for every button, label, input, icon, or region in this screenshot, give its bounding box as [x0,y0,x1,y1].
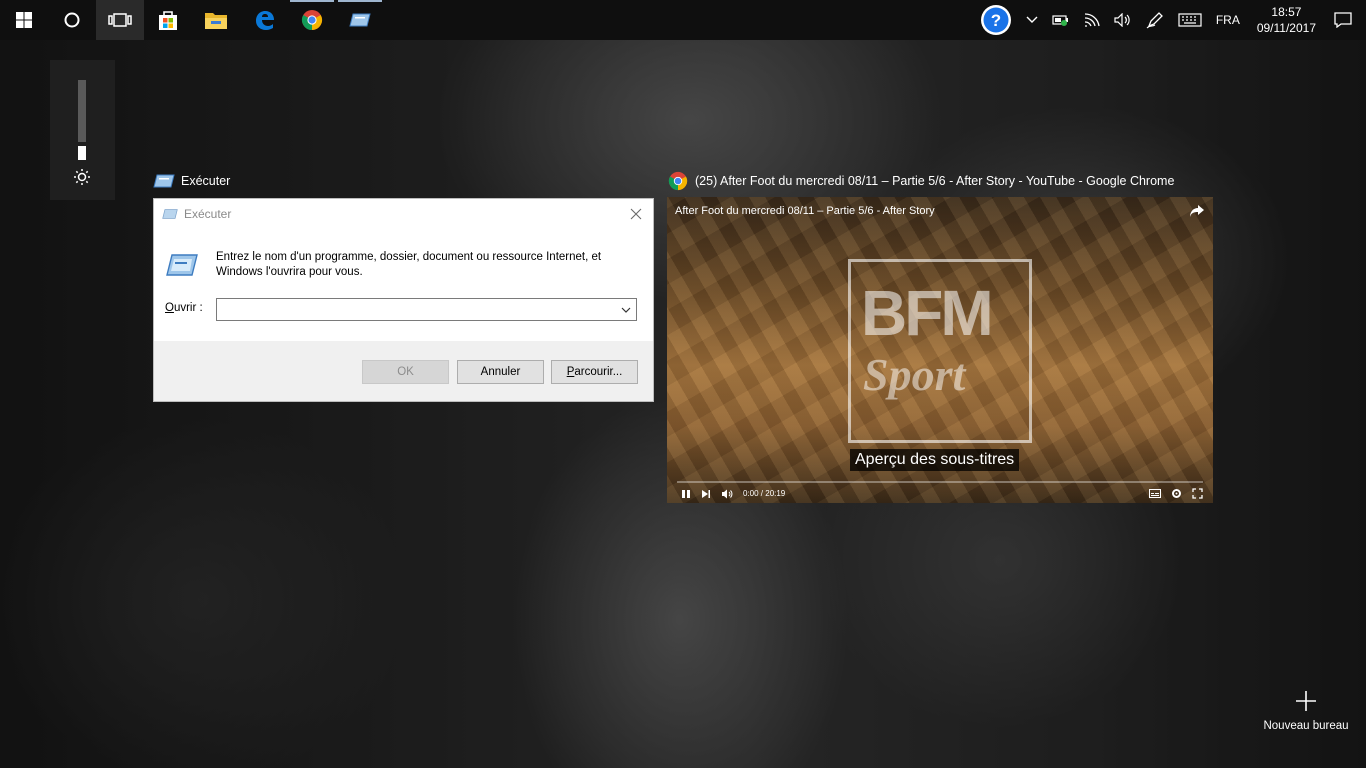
run-window-label-text: Exécuter [181,174,231,188]
system-tray: ? FRA 18:57 09/11/2017 [973,0,1366,40]
volume-tray-button[interactable] [1107,0,1139,40]
brightness-fill [78,144,86,160]
input-language-button[interactable]: FRA [1209,0,1247,40]
chevron-up-icon [1026,16,1038,23]
gear-icon [1172,489,1181,498]
next-button[interactable] [701,489,711,499]
bfm-sport-logo: BFM Sport [848,259,1032,443]
skip-next-icon [702,489,710,498]
run-icon [162,209,178,219]
task-view-icon [108,13,132,27]
store-button[interactable] [144,0,192,40]
battery-icon [1052,15,1068,26]
chrome-window-label-text: (25) After Foot du mercredi 08/11 – Part… [695,174,1175,188]
volume-icon [722,489,733,498]
chevron-down-icon[interactable] [620,304,632,316]
run-icon [153,172,175,190]
cortana-circle-icon [64,12,80,28]
pause-icon [682,489,690,498]
edge-icon [256,11,274,30]
pen-workspace-button[interactable] [1139,0,1171,40]
run-dialog: Exécuter Entrez le nom d'un programme, d… [153,198,654,402]
store-bag-icon [159,11,177,30]
mute-button[interactable] [721,489,733,499]
task-view-button[interactable] [96,0,144,40]
action-center-button[interactable] [1326,0,1366,40]
video-right-controls [1139,484,1203,503]
browse-button[interactable]: Parcourir... [551,360,638,384]
open-combobox[interactable] [216,298,637,321]
chrome-window-label[interactable]: (25) After Foot du mercredi 08/11 – Part… [667,171,1175,191]
clock-date: 09/11/2017 [1256,21,1316,35]
run-large-icon [166,254,198,276]
taskbar: ? FRA 18:57 09/11/2017 [0,0,1366,40]
plus-icon [1296,691,1316,711]
language-label: FRA [1215,13,1240,27]
ok-button[interactable]: OK [362,360,449,384]
video-title: After Foot du mercredi 08/11 – Partie 5/… [675,205,935,217]
subtitles-icon [1149,489,1161,498]
windows-logo-icon [16,12,32,28]
new-desktop-button[interactable]: Nouveau bureau [1256,690,1356,740]
new-desktop-label: Nouveau bureau [1263,720,1349,732]
cancel-button[interactable]: Annuler [457,360,544,384]
pen-icon [1146,12,1163,29]
fullscreen-icon [1192,488,1203,499]
chrome-icon [301,10,323,31]
run-titlebar[interactable]: Exécuter [154,199,653,229]
subtitle-caption: Aperçu des sous-titres [850,449,1020,471]
notification-icon [1334,12,1352,28]
folder-icon [205,13,227,29]
chrome-window-thumbnail[interactable]: After Foot du mercredi 08/11 – Partie 5/… [667,197,1213,503]
chrome-icon [667,171,689,191]
run-dialog-title: Exécuter [184,207,232,221]
fullscreen-button[interactable] [1192,488,1203,499]
show-hidden-icons-button[interactable] [1019,0,1045,40]
battery-tray-button[interactable] [1045,0,1077,40]
help-icon: ? [980,5,1011,35]
run-taskbar-button[interactable] [336,0,384,40]
network-tray-button[interactable] [1077,0,1107,40]
pause-button[interactable] [681,489,691,499]
touch-keyboard-button[interactable] [1171,0,1209,40]
brightness-flyout [50,60,115,200]
settings-button[interactable] [1171,488,1182,499]
logo-bfm-text: BFM [861,277,994,349]
help-tray-button[interactable]: ? [973,0,1019,40]
clock-time: 18:57 [1271,5,1302,19]
cortana-button[interactable] [48,0,96,40]
clock-button[interactable]: 18:57 09/11/2017 [1247,0,1326,40]
chrome-taskbar-button[interactable] [288,0,336,40]
run-instructions: Entrez le nom d'un programme, dossier, d… [216,251,602,278]
open-label: Ouvrir : [165,302,203,314]
speaker-icon [1114,13,1130,27]
file-explorer-button[interactable] [192,0,240,40]
start-button[interactable] [0,0,48,40]
brightness-slider[interactable] [76,80,88,160]
close-button[interactable] [625,203,647,225]
svg-text:?: ? [991,11,1001,30]
logo-sport-text: Sport [863,349,966,400]
brightness-thumb[interactable] [76,142,88,146]
wifi-icon [1084,13,1100,27]
run-window-label[interactable]: Exécuter [153,172,230,190]
run-icon [349,13,371,27]
close-icon [630,208,642,220]
brightness-sun-icon [74,169,90,185]
video-progress-bar[interactable] [677,481,1203,483]
video-controls: 0:00 / 20:19 [667,484,1213,503]
subtitles-button[interactable] [1149,489,1161,498]
keyboard-icon [1178,13,1202,27]
video-time: 0:00 / 20:19 [743,489,786,498]
share-icon[interactable] [1189,204,1205,218]
edge-button[interactable] [240,0,288,40]
